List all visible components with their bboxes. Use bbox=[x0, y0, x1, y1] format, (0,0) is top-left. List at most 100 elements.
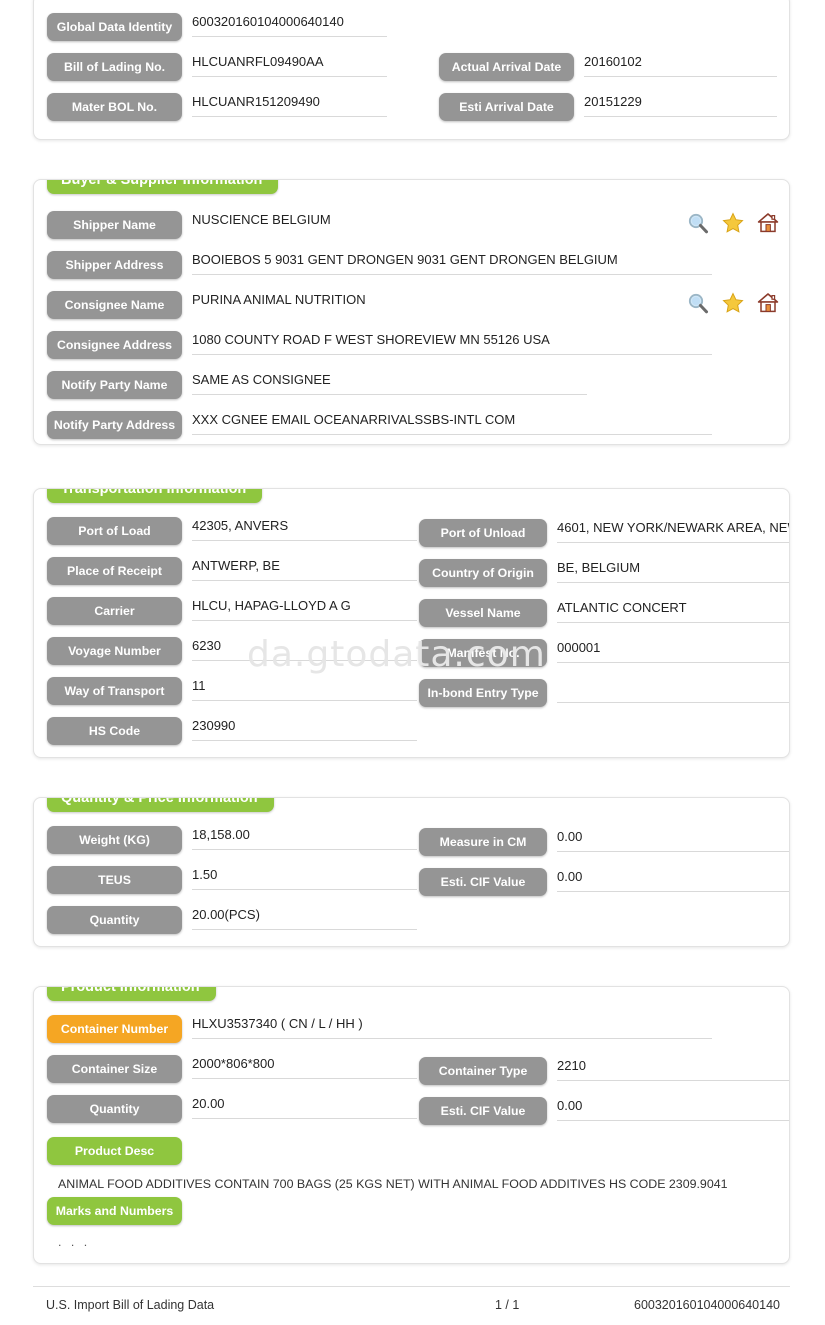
field-product-quantity: Quantity 20.00 bbox=[47, 1095, 417, 1123]
value-shipper-address: BOOIEBOS 5 9031 GENT DRONGEN 9031 GENT D… bbox=[192, 251, 712, 275]
label-esti-arrival-date: Esti Arrival Date bbox=[439, 93, 574, 121]
marks-and-numbers-label-row: Marks and Numbers bbox=[47, 1197, 187, 1225]
field-vessel-name: Vessel Name ATLANTIC CONCERT bbox=[419, 599, 789, 627]
value-actual-arrival-date: 20160102 bbox=[584, 53, 777, 77]
identity-card: Global Data Identity 6003201601040006401… bbox=[33, 0, 790, 140]
value-container-type: 2210 bbox=[557, 1057, 789, 1081]
field-global-data-identity: Global Data Identity 6003201601040006401… bbox=[47, 13, 387, 41]
field-esti-cif-value: Esti. CIF Value 0.00 bbox=[419, 868, 789, 896]
label-bill-of-lading-no: Bill of Lading No. bbox=[47, 53, 182, 81]
star-icon[interactable] bbox=[722, 292, 744, 314]
field-consignee-address: Consignee Address 1080 COUNTY ROAD F WES… bbox=[47, 331, 712, 359]
label-hs-code: HS Code bbox=[47, 717, 182, 745]
label-shipper-name: Shipper Name bbox=[47, 211, 182, 239]
marks-and-numbers-text: . . . bbox=[58, 1235, 91, 1249]
label-teus: TEUS bbox=[47, 866, 182, 894]
label-country-of-origin: Country of Origin bbox=[419, 559, 547, 587]
quantity-price-card: Quantity & Price Information Weight (KG)… bbox=[33, 797, 790, 947]
value-esti-arrival-date: 20151229 bbox=[584, 93, 777, 117]
label-place-of-receipt: Place of Receipt bbox=[47, 557, 182, 585]
label-measure-in-cm: Measure in CM bbox=[419, 828, 547, 856]
label-in-bond-entry-type: In-bond Entry Type bbox=[419, 679, 547, 707]
label-vessel-name: Vessel Name bbox=[419, 599, 547, 627]
field-carrier: Carrier HLCU, HAPAG-LLOYD A G bbox=[47, 597, 417, 625]
label-marks-and-numbers: Marks and Numbers bbox=[47, 1197, 182, 1225]
label-container-size: Container Size bbox=[47, 1055, 182, 1083]
value-teus: 1.50 bbox=[192, 866, 417, 890]
value-consignee-name: PURINA ANIMAL NUTRITION bbox=[192, 292, 366, 307]
page-footer: U.S. Import Bill of Lading Data 1 / 1 60… bbox=[33, 1286, 790, 1324]
value-mater-bol-no: HLCUANR151209490 bbox=[192, 93, 387, 117]
home-icon[interactable] bbox=[757, 212, 779, 234]
label-shipper-address: Shipper Address bbox=[47, 251, 182, 279]
label-voyage-number: Voyage Number bbox=[47, 637, 182, 665]
field-country-of-origin: Country of Origin BE, BELGIUM bbox=[419, 559, 789, 587]
value-bill-of-lading-no: HLCUANRFL09490AA bbox=[192, 53, 387, 77]
field-port-of-unload: Port of Unload 4601, NEW YORK/NEWARK ARE… bbox=[419, 519, 789, 547]
section-title-transportation: Transportation Information bbox=[47, 489, 263, 503]
buyer-supplier-card: Buyer & Supplier Information Shipper Nam… bbox=[33, 179, 790, 445]
value-port-of-load: 42305, ANVERS bbox=[192, 517, 417, 541]
value-manifest-no: 000001 bbox=[557, 639, 789, 663]
label-carrier: Carrier bbox=[47, 597, 182, 625]
footer-title: U.S. Import Bill of Lading Data bbox=[46, 1298, 215, 1312]
star-icon[interactable] bbox=[722, 212, 744, 234]
search-icon[interactable] bbox=[687, 292, 709, 314]
field-way-of-transport: Way of Transport 11 bbox=[47, 677, 417, 705]
label-consignee-address: Consignee Address bbox=[47, 331, 182, 359]
section-title-product: Product Information bbox=[47, 987, 216, 1001]
label-weight-kg: Weight (KG) bbox=[47, 826, 182, 854]
value-container-size: 2000*806*800 bbox=[192, 1055, 417, 1079]
section-title-buyer-supplier: Buyer & Supplier Information bbox=[47, 180, 279, 194]
value-hs-code: 230990 bbox=[192, 717, 417, 741]
field-notify-party-address: Notify Party Address XXX CGNEE EMAIL OCE… bbox=[47, 411, 712, 439]
field-weight-kg: Weight (KG) 18,158.00 bbox=[47, 826, 417, 854]
field-mater-bol-no: Mater BOL No. HLCUANR151209490 bbox=[47, 93, 387, 121]
field-hs-code: HS Code 230990 bbox=[47, 717, 417, 745]
field-container-size: Container Size 2000*806*800 bbox=[47, 1055, 417, 1083]
label-notify-party-name: Notify Party Name bbox=[47, 371, 182, 399]
product-desc-label-row: Product Desc bbox=[47, 1137, 187, 1165]
label-port-of-unload: Port of Unload bbox=[419, 519, 547, 547]
field-esti-arrival-date: Esti Arrival Date 20151229 bbox=[439, 93, 777, 121]
field-in-bond-entry-type: In-bond Entry Type bbox=[419, 679, 789, 707]
label-port-of-load: Port of Load bbox=[47, 517, 182, 545]
label-way-of-transport: Way of Transport bbox=[47, 677, 182, 705]
field-measure-in-cm: Measure in CM 0.00 bbox=[419, 828, 789, 856]
label-quantity: Quantity bbox=[47, 906, 182, 934]
value-way-of-transport: 11 bbox=[192, 677, 417, 701]
transportation-card: Transportation Information Port of Load … bbox=[33, 488, 790, 758]
home-icon[interactable] bbox=[757, 292, 779, 314]
label-consignee-name: Consignee Name bbox=[47, 291, 182, 319]
label-notify-party-address: Notify Party Address bbox=[47, 411, 182, 439]
field-port-of-load: Port of Load 42305, ANVERS bbox=[47, 517, 417, 545]
label-product-quantity: Quantity bbox=[47, 1095, 182, 1123]
value-shipper-name: NUSCIENCE BELGIUM bbox=[192, 212, 331, 227]
field-voyage-number: Voyage Number 6230 bbox=[47, 637, 417, 665]
value-notify-party-name: SAME AS CONSIGNEE bbox=[192, 371, 587, 395]
value-weight-kg: 18,158.00 bbox=[192, 826, 417, 850]
label-container-number[interactable]: Container Number bbox=[47, 1015, 182, 1043]
footer-document-id: 600320160104000640140 bbox=[634, 1298, 780, 1312]
label-esti-cif-value: Esti. CIF Value bbox=[419, 868, 547, 896]
consignee-action-icons bbox=[687, 292, 779, 314]
product-information-card: Product Information Container Number HLX… bbox=[33, 986, 790, 1264]
value-voyage-number: 6230 bbox=[192, 637, 417, 661]
value-consignee-address: 1080 COUNTY ROAD F WEST SHOREVIEW MN 551… bbox=[192, 331, 712, 355]
field-bill-of-lading-no: Bill of Lading No. HLCUANRFL09490AA bbox=[47, 53, 387, 81]
label-mater-bol-no: Mater BOL No. bbox=[47, 93, 182, 121]
search-icon[interactable] bbox=[687, 212, 709, 234]
field-manifest-no: Manifest No. 000001 bbox=[419, 639, 789, 667]
field-place-of-receipt: Place of Receipt ANTWERP, BE bbox=[47, 557, 417, 585]
label-container-type: Container Type bbox=[419, 1057, 547, 1085]
field-actual-arrival-date: Actual Arrival Date 20160102 bbox=[439, 53, 777, 81]
value-notify-party-address: XXX CGNEE EMAIL OCEANARRIVALSSBS-INTL CO… bbox=[192, 411, 712, 435]
field-consignee-name: Consignee Name PURINA ANIMAL NUTRITION bbox=[47, 291, 547, 319]
label-product-desc: Product Desc bbox=[47, 1137, 182, 1165]
value-quantity: 20.00(PCS) bbox=[192, 906, 417, 930]
value-in-bond-entry-type bbox=[557, 679, 789, 703]
value-product-esti-cif-value: 0.00 bbox=[557, 1097, 789, 1121]
value-container-number: HLXU3537340 ( CN / L / HH ) bbox=[192, 1015, 712, 1039]
value-esti-cif-value: 0.00 bbox=[557, 868, 789, 892]
section-title-quantity-price: Quantity & Price Information bbox=[47, 798, 274, 812]
